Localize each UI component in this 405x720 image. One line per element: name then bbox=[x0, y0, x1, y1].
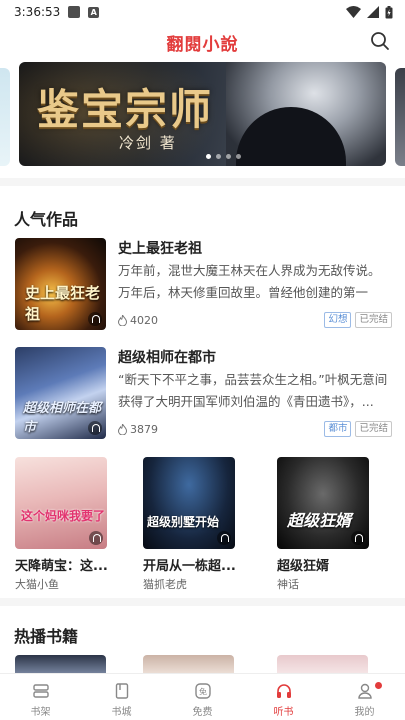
genre-tag: 都市 bbox=[324, 421, 352, 437]
tab-bookshelf[interactable]: 书架 bbox=[0, 674, 81, 720]
hot-book-cover[interactable] bbox=[277, 655, 368, 675]
notification-badge bbox=[374, 682, 382, 689]
book-cover[interactable]: 超级相师在都市 bbox=[15, 347, 106, 439]
carousel-dot[interactable] bbox=[236, 154, 241, 159]
status-tag: 已完结 bbox=[355, 312, 392, 328]
status-bar: 3:36:53 A bbox=[0, 0, 405, 24]
section-title-hot: 热播书籍 bbox=[14, 627, 79, 646]
audio-icon bbox=[89, 531, 103, 545]
flame-icon bbox=[118, 315, 127, 326]
svg-text:免: 免 bbox=[199, 687, 207, 697]
carousel-dot[interactable] bbox=[226, 154, 231, 159]
section-divider bbox=[0, 178, 405, 186]
book-tags: 幻想 已完结 bbox=[324, 312, 392, 328]
book-grid: 这个妈咪我要了 天降萌宝：这... 大猫小鱼 超级别墅开始 开局从一栋超... … bbox=[15, 457, 395, 591]
tab-label: 书城 bbox=[111, 707, 132, 718]
book-description: 万年前，混世大魔王林天在人界成为无敌传说。万年后，林天修重回故里。曾经他创建的第… bbox=[118, 263, 381, 300]
audio-icon bbox=[88, 421, 102, 435]
book-title: 史上最狂老祖 bbox=[118, 241, 202, 257]
tab-label: 免费 bbox=[192, 707, 213, 718]
grid-book-item[interactable]: 超级别墅开始 开局从一栋超... 猫抓老虎 bbox=[143, 457, 243, 592]
tab-profile[interactable]: 我的 bbox=[324, 674, 405, 720]
audio-icon bbox=[217, 531, 231, 545]
bottom-tab-bar: 书架 书城 免 免费 听书 我的 bbox=[0, 673, 405, 720]
audio-icon bbox=[88, 312, 102, 326]
listen-count: 4020 bbox=[130, 314, 158, 327]
hot-book-cover[interactable] bbox=[15, 655, 106, 675]
book-title: 超级相师在都市 bbox=[118, 350, 216, 366]
bookstore-icon bbox=[115, 683, 128, 699]
book-author: 神话 bbox=[277, 578, 299, 591]
tab-label: 我的 bbox=[354, 707, 375, 718]
listen-count: 3879 bbox=[130, 423, 158, 436]
notification-icon bbox=[68, 6, 81, 18]
book-author: 猫抓老虎 bbox=[143, 578, 187, 591]
book-cover[interactable]: 超级别墅开始 bbox=[143, 457, 235, 549]
tab-label: 书架 bbox=[30, 707, 51, 718]
section-divider bbox=[0, 598, 405, 606]
hot-book-cover[interactable] bbox=[143, 655, 234, 675]
tab-audiobooks[interactable]: 听书 bbox=[243, 674, 324, 720]
headphones-icon bbox=[276, 684, 291, 698]
carousel-dot[interactable] bbox=[216, 154, 221, 159]
tab-free[interactable]: 免 免费 bbox=[162, 674, 243, 720]
book-meta: 3879 bbox=[118, 423, 158, 436]
book-item[interactable]: 史上最狂老祖 史上最狂老祖 万年前，混世大魔王林天在人界成为无敌传说。万年后，林… bbox=[15, 238, 392, 330]
status-tag: 已完结 bbox=[355, 421, 392, 437]
flame-icon bbox=[118, 424, 127, 435]
status-time: 3:36:53 bbox=[14, 5, 61, 19]
carousel-dots bbox=[206, 154, 241, 159]
banner-slide[interactable]: 鉴宝宗师 冷剑 著 bbox=[19, 62, 386, 166]
banner-carousel[interactable]: 鉴宝宗师 冷剑 著 bbox=[0, 60, 405, 170]
section-title-popular: 人气作品 bbox=[14, 210, 79, 229]
app-title: 翻閱小說 bbox=[166, 35, 239, 55]
book-title: 开局从一栋超... bbox=[143, 559, 236, 574]
tab-bookstore[interactable]: 书城 bbox=[81, 674, 162, 720]
bookshelf-icon bbox=[32, 684, 49, 698]
profile-icon bbox=[357, 683, 372, 699]
book-cover[interactable]: 超级狂婿 bbox=[277, 457, 369, 549]
tab-label: 听书 bbox=[273, 707, 294, 718]
book-description: “断天下不平之事，品芸芸众生之相。”叶枫无意间获得了大明开国军师刘伯温的《青田遗… bbox=[118, 372, 388, 409]
book-title: 超级狂婿 bbox=[277, 559, 330, 574]
banner-title: 鉴宝宗师 bbox=[37, 85, 214, 134]
genre-tag: 幻想 bbox=[324, 312, 352, 328]
carousel-dot[interactable] bbox=[206, 154, 211, 159]
book-item[interactable]: 超级相师在都市 超级相师在都市 “断天下不平之事，品芸芸众生之相。”叶枫无意间获… bbox=[15, 347, 392, 439]
a-notification-icon: A bbox=[88, 6, 100, 18]
app-bar: 翻閱小說 bbox=[0, 24, 405, 60]
book-cover[interactable]: 史上最狂老祖 bbox=[15, 238, 106, 330]
book-title: 天降萌宝：这... bbox=[15, 559, 108, 574]
banner-author: 冷剑 著 bbox=[119, 134, 177, 152]
grid-book-item[interactable]: 超级狂婿 超级狂婿 神话 bbox=[277, 457, 377, 592]
battery-icon bbox=[385, 5, 393, 18]
search-icon[interactable] bbox=[369, 30, 391, 52]
grid-book-item[interactable]: 这个妈咪我要了 天降萌宝：这... 大猫小鱼 bbox=[15, 457, 115, 592]
wifi-icon bbox=[346, 6, 361, 18]
book-tags: 都市 已完结 bbox=[324, 421, 392, 437]
banner-prev-peek bbox=[0, 68, 10, 166]
signal-icon bbox=[367, 6, 379, 18]
free-icon: 免 bbox=[194, 683, 211, 699]
banner-next-peek bbox=[395, 68, 405, 166]
book-meta: 4020 bbox=[118, 314, 158, 327]
audio-icon bbox=[351, 531, 365, 545]
book-cover[interactable]: 这个妈咪我要了 bbox=[15, 457, 107, 549]
book-author: 大猫小鱼 bbox=[15, 578, 59, 591]
